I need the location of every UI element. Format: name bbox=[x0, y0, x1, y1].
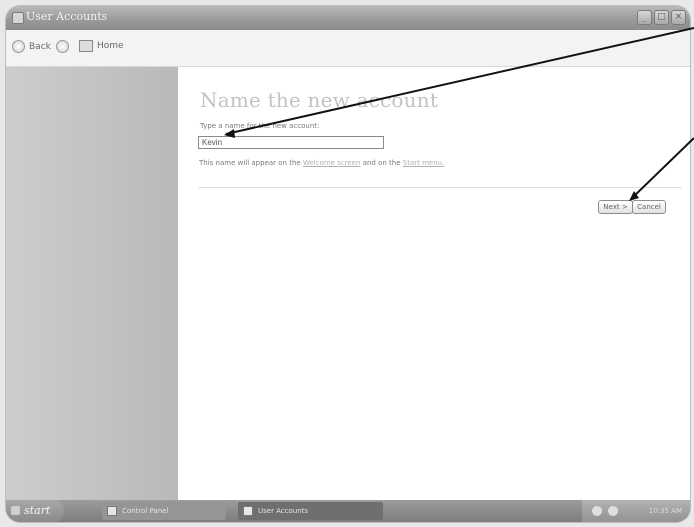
back-button[interactable]: Back bbox=[12, 40, 51, 53]
window-controls: _ □ × bbox=[637, 10, 686, 25]
home-icon bbox=[79, 40, 93, 52]
divider bbox=[198, 187, 682, 188]
cancel-button[interactable]: Cancel bbox=[632, 200, 666, 214]
title-bar[interactable]: User Accounts _ □ × bbox=[6, 6, 690, 30]
account-name-input[interactable] bbox=[198, 136, 384, 149]
welcome-screen-link[interactable]: Welcome screen bbox=[303, 159, 361, 167]
left-task-pane bbox=[6, 67, 178, 500]
home-button[interactable]: Home bbox=[79, 40, 124, 52]
tray-icon[interactable] bbox=[608, 506, 618, 516]
system-tray: 10:35 AM bbox=[582, 500, 690, 522]
user-accounts-icon bbox=[243, 506, 253, 516]
start-button[interactable]: start bbox=[6, 500, 64, 522]
back-label: Back bbox=[29, 41, 51, 52]
wizard-content: Name the new account Type a name for the… bbox=[178, 67, 690, 500]
forward-arrow-icon bbox=[56, 40, 69, 53]
home-label: Home bbox=[97, 41, 124, 51]
start-label: start bbox=[24, 504, 51, 517]
next-button[interactable]: Next > bbox=[598, 200, 633, 214]
page-title: Name the new account bbox=[200, 88, 439, 112]
taskbar: start Control Panel User Accounts 10:35 … bbox=[6, 500, 690, 522]
tray-icon[interactable] bbox=[592, 506, 602, 516]
user-accounts-icon bbox=[12, 12, 24, 24]
control-panel-icon bbox=[107, 506, 117, 516]
minimize-button[interactable]: _ bbox=[637, 10, 652, 25]
forward-button[interactable] bbox=[56, 40, 69, 53]
back-arrow-icon bbox=[12, 40, 25, 53]
name-prompt: Type a name for the new account: bbox=[200, 122, 320, 130]
maximize-button[interactable]: □ bbox=[654, 10, 669, 25]
window-title: User Accounts bbox=[26, 10, 108, 23]
clock: 10:35 AM bbox=[648, 507, 682, 515]
name-appears-note: This name will appear on the Welcome scr… bbox=[199, 159, 445, 167]
windows-logo-icon bbox=[11, 506, 20, 515]
close-button[interactable]: × bbox=[671, 10, 686, 25]
toolbar: Back Home bbox=[6, 30, 690, 67]
window: User Accounts _ □ × Back Home Name the n… bbox=[6, 6, 690, 522]
start-menu-link[interactable]: Start menu. bbox=[403, 159, 445, 167]
taskbar-item-user-accounts[interactable]: User Accounts bbox=[238, 502, 383, 520]
taskbar-item-control-panel[interactable]: Control Panel bbox=[102, 502, 226, 520]
